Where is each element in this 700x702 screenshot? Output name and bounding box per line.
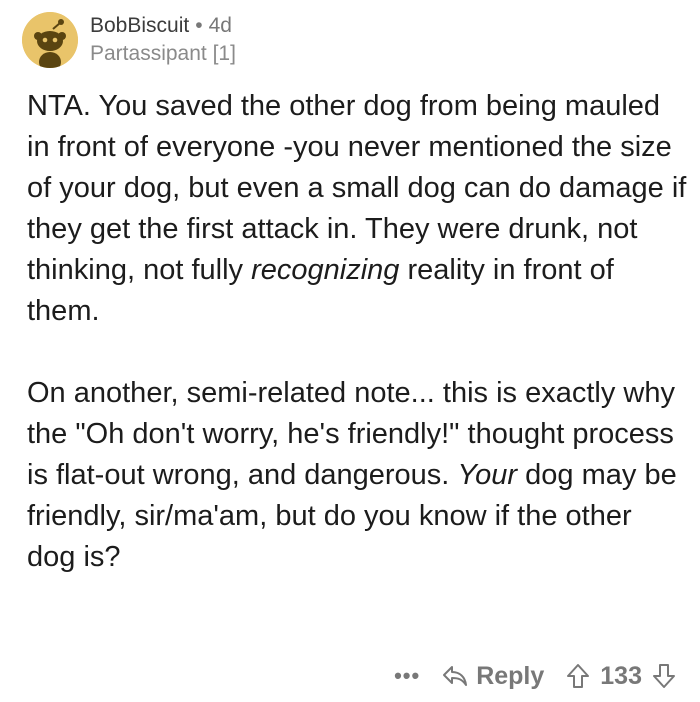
comment-actions: ••• Reply 133 (394, 656, 676, 696)
comment-meta: BobBiscuit • 4d Partassipant [1] (90, 14, 236, 65)
meta-separator: • (195, 14, 203, 38)
snoo-avatar-icon[interactable] (22, 12, 78, 68)
more-options-button[interactable]: ••• (394, 663, 420, 689)
paragraph-italic-text: Your (457, 459, 518, 491)
meta-line: BobBiscuit • 4d (90, 14, 236, 38)
paragraph-italic-text: recognizing (251, 254, 400, 286)
vote-score: 133 (600, 661, 642, 690)
reply-arrow-icon (443, 666, 468, 686)
comment-age: 4d (208, 14, 232, 38)
username[interactable]: BobBiscuit (90, 14, 189, 37)
upvote-arrow-icon[interactable] (566, 663, 590, 689)
vote-controls: 133 (566, 662, 676, 691)
comment-paragraph: NTA. You saved the other dog from being … (27, 86, 687, 332)
user-flair: Partassipant [1] (90, 41, 236, 65)
reply-label: Reply (476, 661, 545, 690)
reply-button[interactable]: Reply (442, 662, 544, 691)
comment-paragraph: On another, semi-related note... this is… (27, 373, 687, 578)
downvote-arrow-icon[interactable] (652, 663, 676, 689)
comment-body: NTA. You saved the other dog from being … (27, 86, 687, 578)
comment-header: BobBiscuit • 4d Partassipant [1] (22, 8, 236, 72)
comment: BobBiscuit • 4d Partassipant [1] NTA. You … (0, 0, 700, 702)
